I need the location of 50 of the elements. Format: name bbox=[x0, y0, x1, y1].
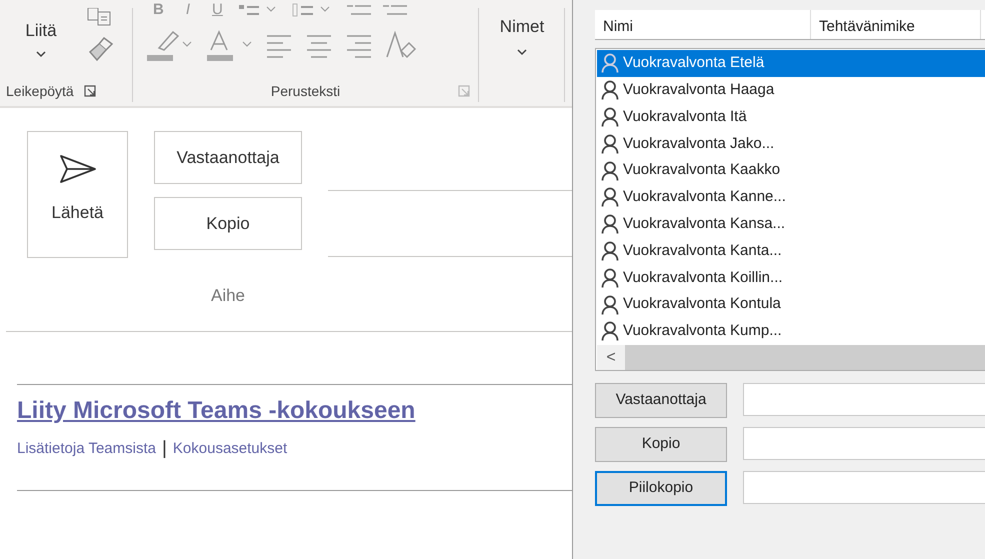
meeting-join-link[interactable]: Liity Microsoft Teams -kokoukseen bbox=[17, 396, 416, 424]
person-icon bbox=[601, 106, 619, 127]
person-icon bbox=[601, 134, 619, 154]
group-label: Perusteksti bbox=[270, 82, 340, 100]
contact-row[interactable]: Vuokravalvonta Kanta... bbox=[597, 238, 985, 264]
contact-row[interactable]: Vuokravalvonta Kontula bbox=[597, 291, 985, 318]
recipient-field[interactable] bbox=[743, 383, 985, 416]
send-button[interactable]: Lähetä bbox=[27, 131, 128, 258]
clear-formatting-icon[interactable] bbox=[385, 31, 417, 61]
caret-icon bbox=[516, 48, 528, 56]
group-label: Leikepöytä bbox=[6, 82, 74, 101]
font-color-icon[interactable] bbox=[205, 30, 253, 62]
person-icon bbox=[601, 294, 619, 315]
info-link[interactable]: Lisätietoja Teamsista bbox=[17, 438, 156, 460]
contact-row[interactable]: Vuokravalvonta Kaakko bbox=[597, 157, 985, 184]
contact-row[interactable]: Vuokravalvonta Kanne... bbox=[597, 184, 985, 211]
highlighter-icon[interactable] bbox=[145, 30, 193, 62]
to-button[interactable]: Vastaanottaja bbox=[154, 131, 302, 184]
contact-row[interactable]: Vuokravalvonta Jako... bbox=[597, 130, 985, 158]
contact-row[interactable]: Vuokravalvonta Koillin... bbox=[597, 264, 985, 292]
recipient-field[interactable] bbox=[743, 427, 985, 460]
person-icon bbox=[601, 160, 619, 181]
person-icon bbox=[601, 53, 619, 74]
recipient-button[interactable]: Vastaanottaja bbox=[595, 383, 727, 418]
separator: | bbox=[162, 436, 167, 460]
contact-row[interactable]: Vuokravalvonta Itä bbox=[597, 104, 985, 130]
column-header[interactable]: Tehtävänimike bbox=[811, 10, 981, 39]
scroll-left-button[interactable]: < bbox=[597, 345, 625, 370]
person-icon bbox=[601, 321, 619, 342]
column-header[interactable]: Nimi bbox=[595, 10, 811, 39]
caret-icon bbox=[35, 50, 47, 58]
paste-button[interactable]: Liitä bbox=[6, 8, 76, 80]
contact-row[interactable]: Vuokravalvonta Kump... bbox=[597, 318, 985, 345]
names-button[interactable]: Nimet bbox=[479, 8, 565, 56]
contact-row[interactable]: Vuokravalvonta Kansa... bbox=[597, 210, 985, 238]
send-icon bbox=[58, 154, 96, 184]
cc-button[interactable]: Kopio bbox=[154, 197, 302, 250]
person-icon bbox=[601, 214, 619, 234]
person-icon bbox=[601, 80, 619, 100]
options-link[interactable]: Kokousasetukset bbox=[172, 438, 288, 460]
recipient-field[interactable] bbox=[743, 471, 985, 504]
recipient-button[interactable]: Kopio bbox=[595, 427, 727, 462]
contact-row[interactable]: Vuokravalvonta Haaga bbox=[597, 76, 985, 104]
contact-row[interactable]: Vuokravalvonta Etelä bbox=[597, 50, 985, 77]
person-icon bbox=[601, 268, 619, 288]
person-icon bbox=[601, 187, 619, 208]
subject-label: Aihe bbox=[210, 285, 246, 307]
dialog-launcher-icon[interactable] bbox=[84, 85, 96, 97]
recipient-button[interactable]: Piilokopio bbox=[595, 471, 727, 506]
person-icon bbox=[601, 240, 619, 261]
